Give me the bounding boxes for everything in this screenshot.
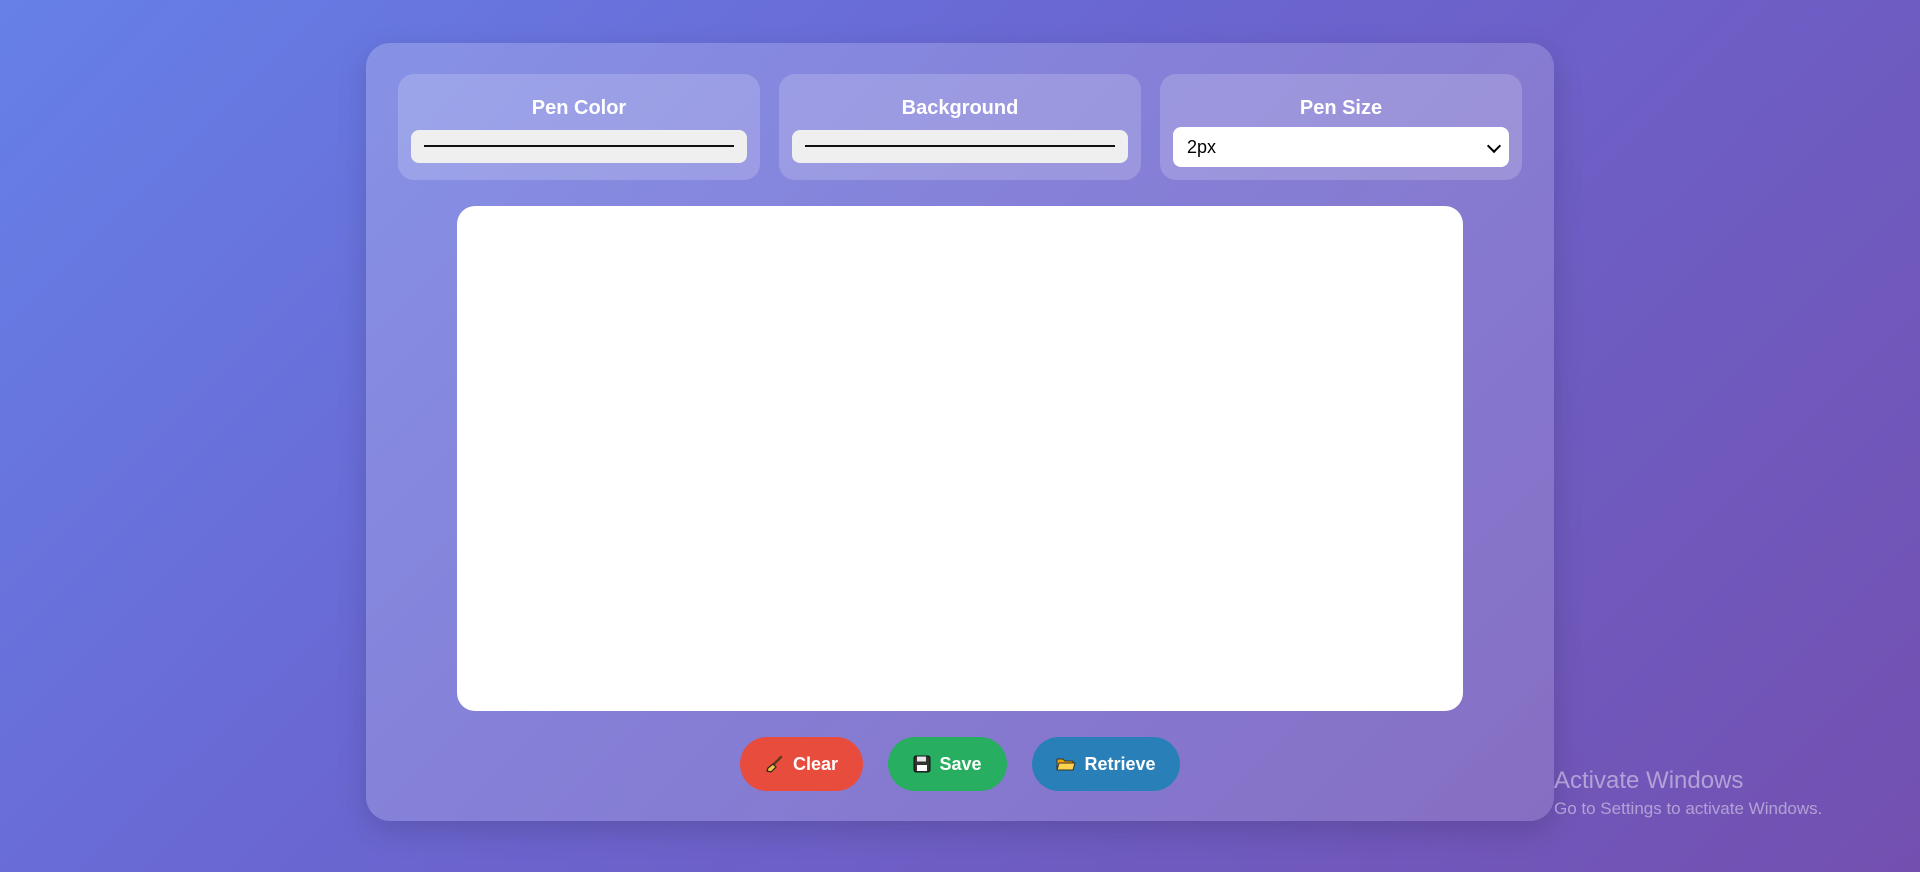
folder-icon [1056, 755, 1077, 773]
clear-button-label: Clear [792, 753, 839, 774]
pen-size-selected-value: 2px [1187, 137, 1217, 157]
watermark-title: Activate Windows [1554, 767, 1744, 794]
pen-color-control: Pen Color [398, 74, 760, 180]
background-color-picker[interactable] [792, 130, 1128, 163]
save-button[interactable]: Save [888, 737, 1007, 791]
background-color-swatch-value [805, 145, 1115, 147]
background-label: Background [901, 97, 1019, 119]
pen-color-picker[interactable] [411, 130, 747, 163]
clear-button[interactable]: Clear [740, 737, 863, 791]
windows-activation-watermark: Activate Windows Go to Settings to activ… [1554, 766, 1822, 820]
pen-color-swatch-value [424, 145, 734, 147]
chevron-down-icon [1486, 138, 1502, 154]
floppy-disk-icon [913, 755, 931, 773]
retrieve-button-label: Retrieve [1084, 753, 1156, 774]
pen-size-label: Pen Size [1299, 97, 1383, 119]
broom-icon [765, 754, 785, 774]
drawing-canvas[interactable] [457, 206, 1463, 711]
save-button-label: Save [939, 753, 982, 774]
controls-bar: Pen Color Background Pen Size 2px [398, 74, 1522, 180]
retrieve-button[interactable]: Retrieve [1032, 737, 1180, 791]
pen-size-control: Pen Size 2px [1160, 74, 1522, 180]
background-control: Background [779, 74, 1141, 180]
pen-color-label: Pen Color [531, 97, 627, 119]
action-buttons: Clear Save Retrieve [366, 737, 1554, 791]
drawing-app-panel: Pen Color Background Pen Size 2px Clear … [366, 43, 1554, 821]
pen-size-select[interactable]: 2px [1173, 127, 1509, 167]
watermark-subtitle: Go to Settings to activate Windows. [1554, 799, 1823, 818]
